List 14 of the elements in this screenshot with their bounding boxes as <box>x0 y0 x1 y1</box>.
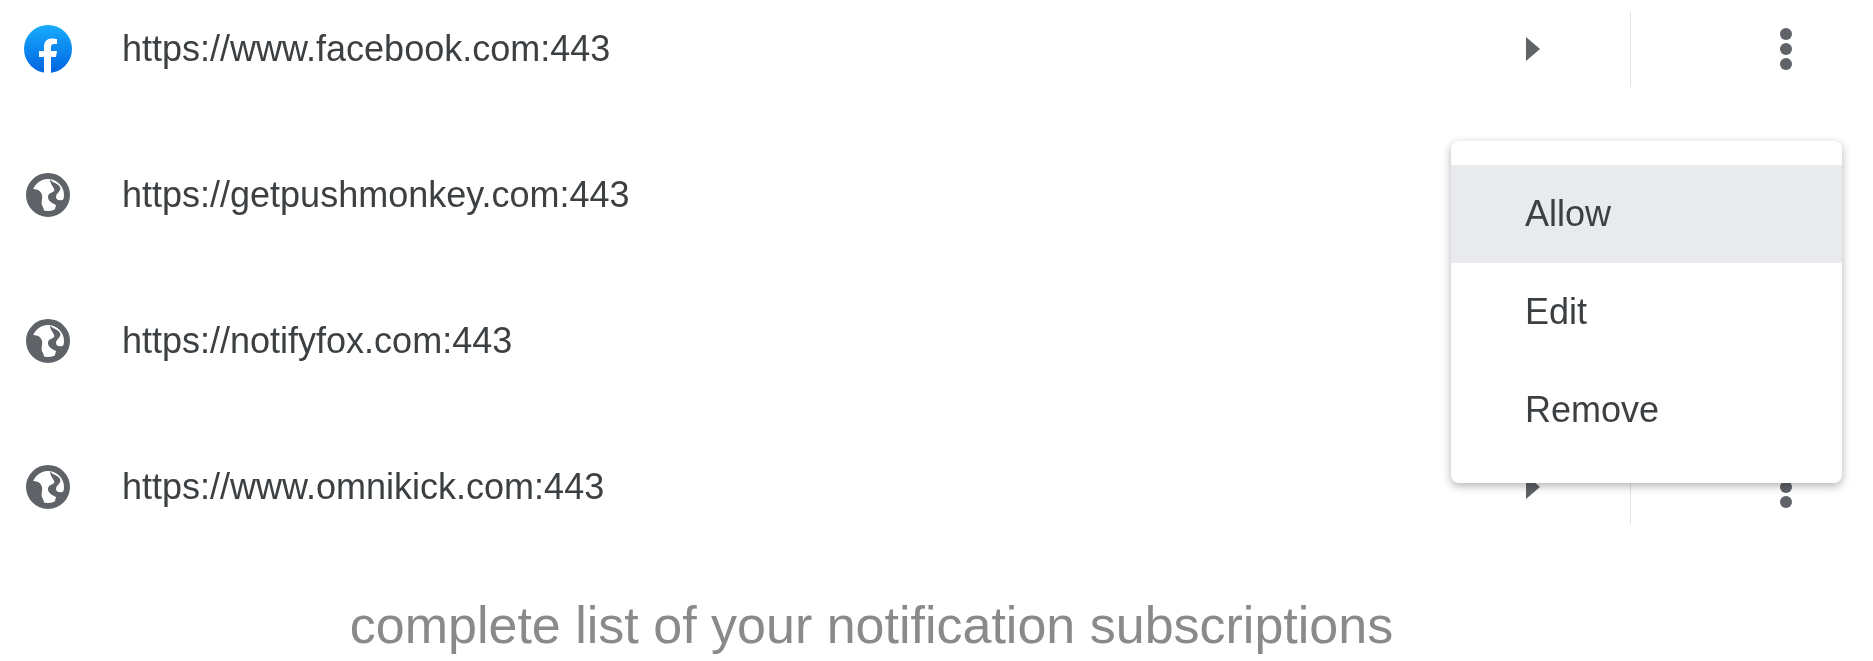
globe-icon <box>24 317 72 365</box>
site-url: https://notifyfox.com:443 <box>122 319 513 363</box>
f-logo-icon <box>24 25 72 73</box>
menu-item[interactable]: Edit <box>1451 263 1842 361</box>
globe-icon <box>24 171 72 219</box>
menu-item[interactable]: Allow <box>1451 165 1842 263</box>
globe-icon <box>24 463 72 511</box>
menu-item[interactable]: Remove <box>1451 361 1842 459</box>
expand-arrow-icon[interactable] <box>1526 37 1540 61</box>
more-options-icon[interactable] <box>1779 27 1793 71</box>
site-url: https://getpushmonkey.com:443 <box>122 173 630 217</box>
caption: complete list of your notification subscriptions <box>348 595 1395 656</box>
site-url: https://www.facebook.com:443 <box>122 27 611 71</box>
site-url: https://www.omnikick.com:443 <box>122 465 605 509</box>
